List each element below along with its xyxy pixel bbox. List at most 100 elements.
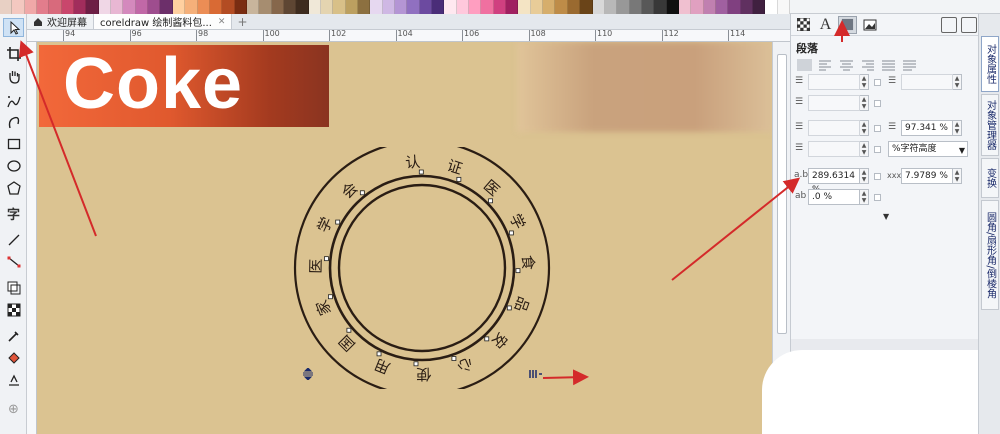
color-swatch[interactable] xyxy=(308,0,321,14)
right-indent-lock[interactable] xyxy=(874,100,881,107)
color-swatch[interactable] xyxy=(12,0,25,14)
color-swatch[interactable] xyxy=(419,0,433,14)
color-swatch[interactable] xyxy=(555,0,568,14)
color-swatch[interactable] xyxy=(172,0,186,14)
word-spacing-spinner[interactable]: ▲ ▼ xyxy=(953,168,962,184)
color-palette[interactable] xyxy=(0,0,790,14)
color-swatch[interactable] xyxy=(691,0,704,14)
color-swatch[interactable] xyxy=(24,0,38,14)
docker-option-icon[interactable] xyxy=(941,17,957,33)
text-tool-icon[interactable]: 字 xyxy=(3,204,24,223)
side-tab-object-manager[interactable]: 对象管理器 xyxy=(981,94,999,156)
first-line-indent-field[interactable] xyxy=(901,74,953,90)
color-swatch[interactable] xyxy=(345,0,358,14)
color-swatch[interactable] xyxy=(49,0,62,14)
color-swatch[interactable] xyxy=(222,0,235,14)
color-swatch[interactable] xyxy=(678,0,692,14)
char-spacing-spinner[interactable]: ▲ ▼ xyxy=(860,168,869,184)
crop-tool-icon[interactable] xyxy=(3,44,24,63)
color-swatch[interactable] xyxy=(283,0,297,14)
color-swatch[interactable] xyxy=(148,0,161,14)
color-swatch[interactable] xyxy=(580,0,593,14)
checkerboard-icon[interactable] xyxy=(794,16,813,34)
align-force-justify-icon[interactable] xyxy=(901,58,918,72)
first-line-indent-spinner[interactable]: ▲ ▼ xyxy=(953,74,962,90)
right-indent-field[interactable] xyxy=(808,95,860,111)
color-swatch[interactable] xyxy=(296,0,309,14)
expand-section-icon[interactable]: ▼ xyxy=(883,212,889,221)
color-swatch[interactable] xyxy=(654,0,667,14)
space-after-spinner[interactable]: ▲ ▼ xyxy=(860,141,869,157)
align-none-icon[interactable] xyxy=(796,58,813,72)
char-spacing-handle-icon[interactable] xyxy=(529,368,543,380)
drawing-canvas[interactable]: Coke 认证医学食品安心使用国家医学会 xyxy=(37,42,772,434)
color-swatch[interactable] xyxy=(469,0,482,14)
scrollbar-thumb[interactable] xyxy=(777,54,787,334)
docker-pin-icon[interactable] xyxy=(961,17,977,33)
color-swatch[interactable] xyxy=(320,0,334,14)
left-indent-lock[interactable] xyxy=(874,79,881,86)
color-swatch[interactable] xyxy=(728,0,741,14)
color-swatch[interactable] xyxy=(456,0,470,14)
freehand-tool-icon[interactable] xyxy=(3,92,24,111)
space-before-spinner[interactable]: ▲ ▼ xyxy=(860,120,869,136)
character-node[interactable] xyxy=(376,351,382,357)
side-tab-object-properties[interactable]: 对象属性 xyxy=(981,36,999,92)
paragraph-icon[interactable] xyxy=(838,15,857,34)
tab-document[interactable]: coreldraw 绘制酱料包... ✕ xyxy=(94,14,233,29)
color-swatch[interactable] xyxy=(407,0,420,14)
character-node[interactable] xyxy=(418,169,424,175)
color-swatch[interactable] xyxy=(740,0,753,14)
character-node[interactable] xyxy=(488,198,493,204)
color-swatch[interactable] xyxy=(123,0,136,14)
close-icon[interactable]: ✕ xyxy=(218,17,226,27)
color-swatch[interactable] xyxy=(518,0,531,14)
side-tab-fillet[interactable]: 圆角/扇形角/倒棱角 xyxy=(981,200,999,310)
color-swatch[interactable] xyxy=(395,0,408,14)
left-indent-spinner[interactable]: ▲ ▼ xyxy=(860,74,869,90)
color-swatch[interactable] xyxy=(357,0,371,14)
color-swatch[interactable] xyxy=(37,0,50,14)
color-swatch[interactable] xyxy=(703,0,716,14)
pick-tool-icon[interactable] xyxy=(3,18,24,37)
color-swatch[interactable] xyxy=(481,0,494,14)
color-swatch[interactable] xyxy=(444,0,457,14)
circular-stamp[interactable]: 认证医学食品安心使用国家医学会 xyxy=(292,147,552,389)
polygon-tool-icon[interactable] xyxy=(3,178,24,197)
color-swatch[interactable] xyxy=(86,0,99,14)
language-spacing-lock[interactable] xyxy=(874,194,881,201)
side-tab-transform[interactable]: 变换 xyxy=(981,158,999,198)
character-node[interactable] xyxy=(328,294,333,300)
frame-icon[interactable] xyxy=(860,16,879,34)
color-swatch[interactable] xyxy=(629,0,642,14)
line-spacing-unit-select[interactable]: %字符高度 ▼ xyxy=(888,141,968,157)
color-swatch[interactable] xyxy=(641,0,655,14)
color-swatch[interactable] xyxy=(567,0,581,14)
color-swatch[interactable] xyxy=(543,0,556,14)
align-left-icon[interactable] xyxy=(817,58,834,72)
color-swatch[interactable] xyxy=(666,0,679,14)
connector-tool-icon[interactable] xyxy=(3,252,24,271)
align-justify-icon[interactable] xyxy=(880,58,897,72)
coke-banner-image[interactable]: Coke xyxy=(39,44,329,127)
eyedropper-tool-icon[interactable] xyxy=(3,326,24,345)
color-swatch[interactable] xyxy=(752,0,766,14)
character-node[interactable] xyxy=(506,305,512,311)
color-swatch[interactable] xyxy=(604,0,618,14)
language-spacing-spinner[interactable]: ▲ ▼ xyxy=(860,189,869,205)
color-swatch[interactable] xyxy=(160,0,173,14)
character-node[interactable] xyxy=(324,256,329,262)
character-icon[interactable]: A xyxy=(816,16,835,34)
tab-welcome-screen[interactable]: 欢迎屏幕 xyxy=(27,14,94,29)
align-center-icon[interactable] xyxy=(838,58,855,72)
right-indent-spinner[interactable]: ▲ ▼ xyxy=(860,95,869,111)
color-swatch[interactable] xyxy=(74,0,87,14)
color-swatch[interactable] xyxy=(209,0,223,14)
interactive-fill-tool-icon[interactable] xyxy=(3,348,24,367)
color-swatch[interactable] xyxy=(382,0,395,14)
character-node[interactable] xyxy=(359,190,365,196)
color-swatch[interactable] xyxy=(98,0,112,14)
color-swatch[interactable] xyxy=(246,0,260,14)
character-node[interactable] xyxy=(413,361,419,367)
color-swatch[interactable] xyxy=(197,0,210,14)
